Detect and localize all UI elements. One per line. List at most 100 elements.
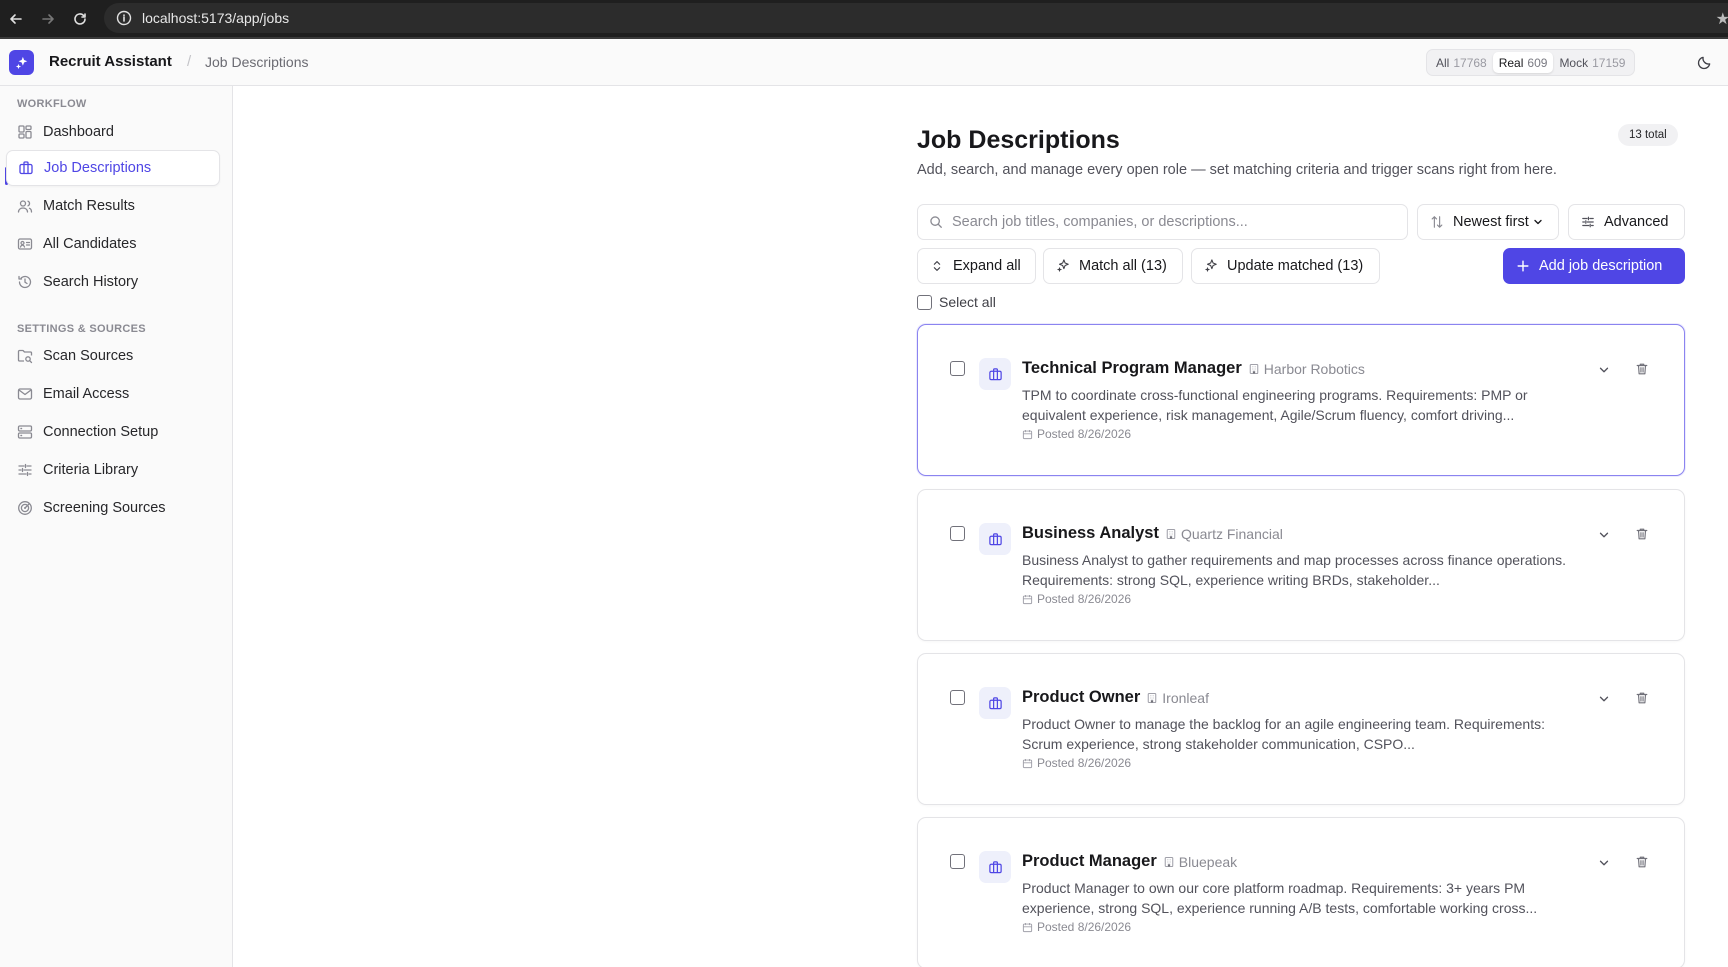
- app-header: Recruit Assistant / Job Descriptions All…: [0, 39, 1728, 86]
- breadcrumb-separator: /: [187, 53, 192, 70]
- chevron-down-icon[interactable]: [1597, 692, 1611, 706]
- search-icon: [930, 216, 942, 228]
- job-select-checkbox[interactable]: [950, 690, 965, 705]
- filter-real-count: 609: [1527, 55, 1548, 70]
- app-logo[interactable]: [9, 50, 34, 75]
- arrow-left-icon: [10, 13, 22, 24]
- sidebar-item-label: All Candidates: [43, 236, 137, 252]
- job-card[interactable]: Product Manager Bluepeak Product Manager…: [917, 817, 1685, 967]
- sidebar-item-dashboard[interactable]: Dashboard: [6, 114, 220, 150]
- expand-all-button[interactable]: Expand all: [917, 248, 1036, 284]
- radar-icon: [18, 501, 32, 515]
- trash-icon[interactable]: [1635, 691, 1649, 705]
- page-subtitle: Add, search, and manage every open role …: [917, 162, 1557, 178]
- trash-icon[interactable]: [1635, 855, 1649, 869]
- briefcase-icon: [988, 860, 1002, 873]
- address-bar[interactable]: localhost:5173/app/jobs: [104, 3, 1728, 33]
- job-description: Business Analyst to gather requirements …: [1022, 552, 1566, 588]
- plus-icon: [1517, 260, 1529, 272]
- chevron-down-icon[interactable]: [1597, 528, 1611, 542]
- job-card[interactable]: Product Owner Ironleaf Product Owner to …: [917, 653, 1685, 805]
- calendar-icon: [1022, 758, 1033, 768]
- sidebar-item-all-candidates[interactable]: All Candidates: [6, 226, 220, 262]
- advanced-filter-button[interactable]: Advanced: [1568, 204, 1685, 240]
- sidebar-item-match-results[interactable]: Match Results: [6, 188, 220, 224]
- job-title[interactable]: Technical Program Manager: [1022, 359, 1242, 378]
- job-posted-date: Posted 8/26/2026: [1022, 592, 1131, 606]
- job-description: Product Manager to own our core platform…: [1022, 880, 1538, 916]
- job-posted-text: Posted 8/26/2026: [1037, 920, 1132, 934]
- moon-icon: [1697, 56, 1710, 69]
- job-company-name: Bluepeak: [1178, 853, 1238, 870]
- chevron-down-icon[interactable]: [1597, 363, 1611, 377]
- sidebar-item-label: Screening Sources: [43, 500, 166, 516]
- search-input[interactable]: [952, 214, 1392, 230]
- server-icon: [17, 425, 33, 439]
- app-name[interactable]: Recruit Assistant: [49, 53, 172, 70]
- chevron-down-icon[interactable]: [1597, 856, 1611, 870]
- filter-mock-count: 17159: [1592, 55, 1626, 70]
- sidebar-item-job-descriptions[interactable]: Job Descriptions: [6, 150, 220, 186]
- sidebar-item-email-access[interactable]: Email Access: [6, 376, 220, 412]
- job-card[interactable]: Business Analyst Quartz Financial Busine…: [917, 489, 1685, 641]
- site-info-icon[interactable]: [116, 10, 132, 26]
- sidebar-item-search-history[interactable]: Search History: [6, 264, 220, 300]
- chevrons-up-down-icon: [933, 261, 941, 271]
- arrow-right-icon: [42, 13, 54, 24]
- search-field[interactable]: [917, 204, 1408, 240]
- back-button[interactable]: [0, 0, 32, 37]
- add-job-description-button[interactable]: Add job description: [1503, 248, 1685, 284]
- job-icon: [979, 523, 1011, 555]
- filter-mock[interactable]: Mock 17159: [1553, 52, 1631, 73]
- sort-icon: [1431, 216, 1443, 228]
- expand-all-label: Expand all: [953, 258, 1021, 274]
- filter-real[interactable]: Real 609: [1492, 52, 1554, 73]
- filter-mock-label: Mock: [1559, 55, 1589, 70]
- sparkles-icon: [1204, 259, 1217, 273]
- sliders-icon: [18, 463, 32, 477]
- sidebar-item-criteria-library[interactable]: Criteria Library: [6, 452, 220, 488]
- id-card-icon: [17, 238, 33, 250]
- sidebar-item-screening-sources[interactable]: Screening Sources: [6, 490, 220, 526]
- match-all-button[interactable]: Match all (13): [1043, 248, 1183, 284]
- main-content: Job Descriptions Add, search, and manage…: [233, 86, 1728, 967]
- trash-icon[interactable]: [1635, 527, 1649, 541]
- building-icon: [1249, 363, 1259, 374]
- reload-button[interactable]: [64, 0, 96, 37]
- job-description: Product Owner to manage the backlog for …: [1022, 716, 1545, 752]
- chevron-down-icon: [1534, 219, 1542, 225]
- job-title[interactable]: Product Owner: [1022, 688, 1140, 707]
- filter-all[interactable]: All 17768: [1430, 52, 1493, 73]
- select-all-checkbox[interactable]: [917, 294, 932, 310]
- total-count-badge: 13 total: [1618, 124, 1678, 146]
- sidebar-item-label: Criteria Library: [43, 462, 139, 478]
- briefcase-icon: [988, 367, 1002, 380]
- sidebar-item-scan-sources[interactable]: Scan Sources: [6, 338, 220, 374]
- bookmark-star-icon[interactable]: ★: [1716, 9, 1728, 29]
- job-card[interactable]: Technical Program Manager Harbor Robotic…: [917, 324, 1685, 476]
- job-description: TPM to coordinate cross-functional engin…: [1022, 387, 1528, 423]
- filter-all-label: All: [1436, 55, 1450, 70]
- sidebar: WORKFLOW Dashboard Job Descriptions Matc…: [0, 86, 233, 967]
- job-title[interactable]: Business Analyst: [1022, 524, 1159, 543]
- job-select-checkbox[interactable]: [950, 361, 965, 376]
- mail-icon: [17, 388, 33, 400]
- users-icon: [17, 200, 33, 213]
- job-title[interactable]: Product Manager: [1022, 852, 1157, 871]
- sidebar-item-label: Connection Setup: [43, 424, 159, 440]
- breadcrumb-current: Job Descriptions: [205, 54, 309, 70]
- theme-toggle-button[interactable]: [1694, 52, 1714, 72]
- sort-select[interactable]: Newest first: [1417, 204, 1559, 240]
- update-matched-button[interactable]: Update matched (13): [1191, 248, 1380, 284]
- job-select-checkbox[interactable]: [950, 854, 965, 869]
- forward-button[interactable]: [32, 0, 64, 37]
- briefcase-icon: [988, 696, 1002, 709]
- trash-icon[interactable]: [1635, 362, 1649, 376]
- job-company: Ironleaf: [1146, 690, 1209, 706]
- select-all[interactable]: Select all: [917, 294, 996, 310]
- sidebar-item-label: Search History: [43, 274, 139, 290]
- job-company: Quartz Financial: [1165, 526, 1283, 542]
- job-select-checkbox[interactable]: [950, 526, 965, 541]
- sparkles-icon: [1056, 259, 1069, 273]
- sidebar-item-connection-setup[interactable]: Connection Setup: [6, 414, 220, 450]
